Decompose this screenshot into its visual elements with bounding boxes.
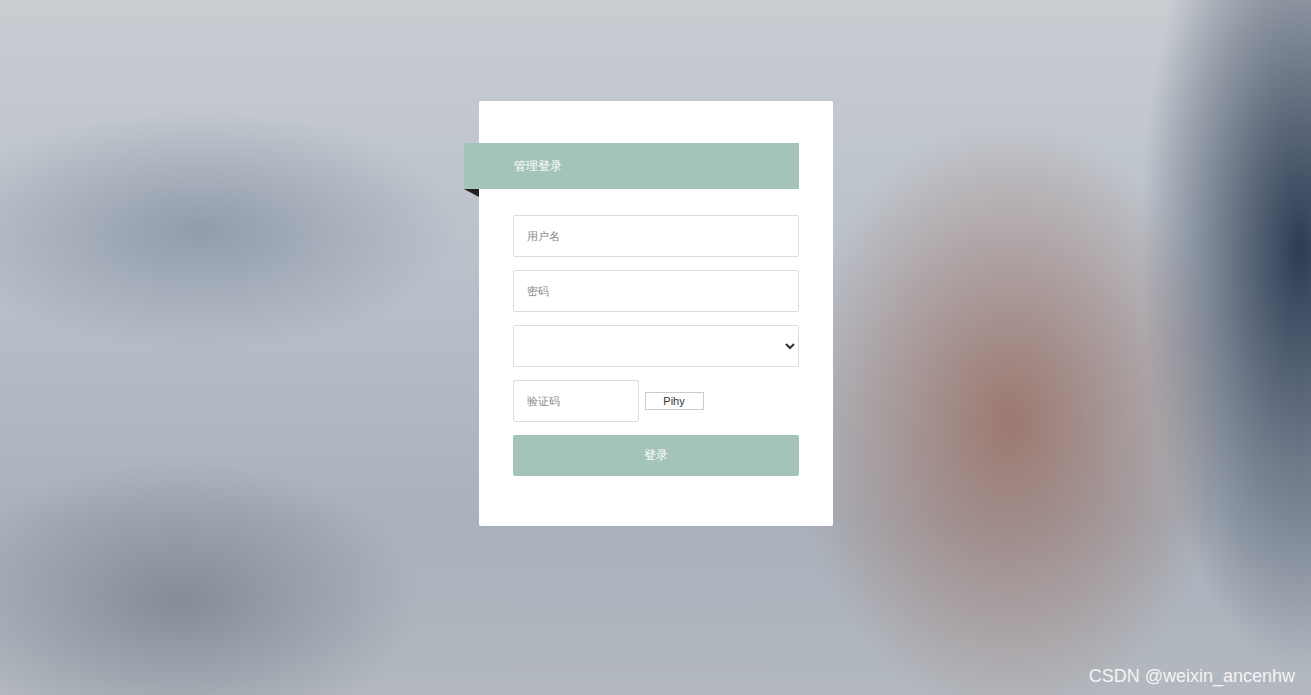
login-form: Pihy 登录 (513, 215, 799, 476)
ribbon-fold-icon (464, 189, 479, 197)
login-button[interactable]: 登录 (513, 435, 799, 476)
watermark: CSDN @weixin_ancenhw (1089, 666, 1295, 687)
username-input[interactable] (513, 215, 799, 257)
captcha-input[interactable] (513, 380, 639, 422)
captcha-image[interactable]: Pihy (645, 392, 704, 410)
title: 管理登录 (514, 158, 562, 175)
captcha-row: Pihy (513, 380, 799, 422)
title-ribbon: 管理登录 (464, 143, 799, 189)
login-page: 管理登录 Pihy 登录 CSDN @weixin_ancenhw (0, 0, 1311, 695)
login-card: 管理登录 Pihy 登录 (479, 101, 833, 526)
password-input[interactable] (513, 270, 799, 312)
role-select[interactable] (513, 325, 799, 367)
